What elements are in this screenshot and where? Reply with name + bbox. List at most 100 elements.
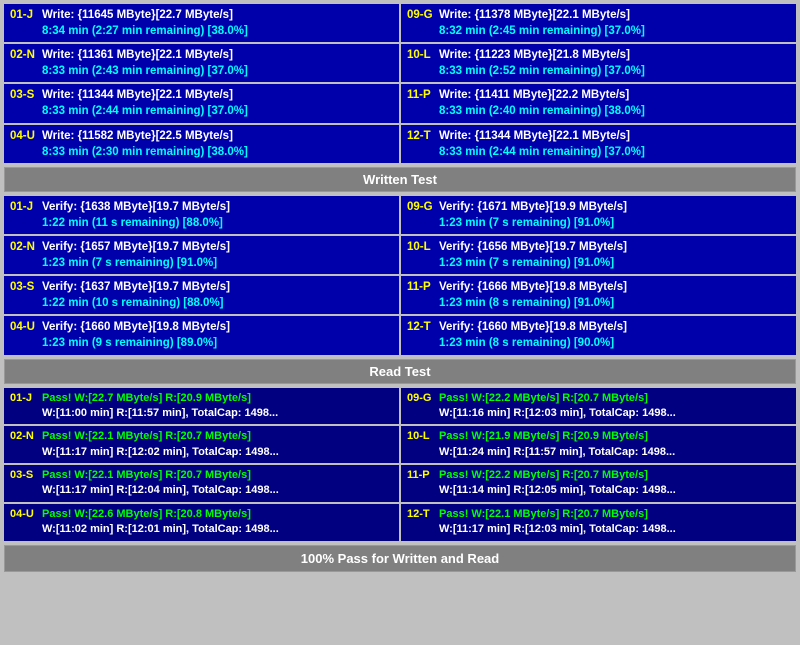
- footer-bar: 100% Pass for Written and Read: [4, 545, 796, 572]
- cell-line2: 1:23 min (8 s remaining) [91.0%]: [439, 295, 790, 311]
- cell-line2: W:[11:00 min] R:[11:57 min], TotalCap: 1…: [42, 406, 393, 421]
- cell-id: 10-L: [407, 47, 435, 79]
- cell-id: 12-T: [407, 128, 435, 160]
- cell-line1: Write: {11344 MByte}[22.1 MByte/s]: [42, 87, 393, 103]
- cell-content: Write: {11344 MByte}[22.1 MByte/s]8:33 m…: [42, 87, 393, 119]
- verify-grid: 01-JVerify: {1638 MByte}[19.7 MByte/s]1:…: [4, 196, 796, 355]
- cell-content: Write: {11645 MByte}[22.7 MByte/s]8:34 m…: [42, 7, 393, 39]
- grid-cell: 04-UVerify: {1660 MByte}[19.8 MByte/s]1:…: [4, 316, 399, 354]
- cell-id: 09-G: [407, 199, 435, 231]
- grid-cell: 11-PVerify: {1666 MByte}[19.8 MByte/s]1:…: [401, 276, 796, 314]
- cell-line1: Verify: {1656 MByte}[19.7 MByte/s]: [439, 239, 790, 255]
- cell-id: 11-P: [407, 468, 435, 499]
- cell-line1: Pass! W:[22.6 MByte/s] R:[20.8 MByte/s]: [42, 507, 393, 522]
- read-section: 01-JPass! W:[22.7 MByte/s] R:[20.9 MByte…: [4, 388, 796, 541]
- cell-content: Pass! W:[22.6 MByte/s] R:[20.8 MByte/s]W…: [42, 507, 393, 538]
- cell-line2: W:[11:14 min] R:[12:05 min], TotalCap: 1…: [439, 483, 790, 498]
- cell-id: 10-L: [407, 429, 435, 460]
- cell-id: 12-T: [407, 507, 435, 538]
- cell-content: Write: {11223 MByte}[21.8 MByte/s]8:33 m…: [439, 47, 790, 79]
- grid-cell: 03-SVerify: {1637 MByte}[19.7 MByte/s]1:…: [4, 276, 399, 314]
- cell-content: Verify: {1666 MByte}[19.8 MByte/s]1:23 m…: [439, 279, 790, 311]
- cell-id: 01-J: [10, 391, 38, 422]
- grid-cell: 02-NVerify: {1657 MByte}[19.7 MByte/s]1:…: [4, 236, 399, 274]
- grid-cell: 11-PWrite: {11411 MByte}[22.2 MByte/s]8:…: [401, 84, 796, 122]
- grid-cell: 01-JPass! W:[22.7 MByte/s] R:[20.9 MByte…: [4, 388, 399, 425]
- cell-content: Verify: {1656 MByte}[19.7 MByte/s]1:23 m…: [439, 239, 790, 271]
- grid-cell: 01-JVerify: {1638 MByte}[19.7 MByte/s]1:…: [4, 196, 399, 234]
- cell-content: Verify: {1638 MByte}[19.7 MByte/s]1:22 m…: [42, 199, 393, 231]
- grid-cell: 02-NPass! W:[22.1 MByte/s] R:[20.7 MByte…: [4, 426, 399, 463]
- write-grid: 01-JWrite: {11645 MByte}[22.7 MByte/s]8:…: [4, 4, 796, 163]
- cell-id: 03-S: [10, 279, 38, 311]
- cell-line1: Verify: {1637 MByte}[19.7 MByte/s]: [42, 279, 393, 295]
- cell-line1: Pass! W:[22.2 MByte/s] R:[20.7 MByte/s]: [439, 468, 790, 483]
- cell-line1: Verify: {1638 MByte}[19.7 MByte/s]: [42, 199, 393, 215]
- grid-cell: 03-SPass! W:[22.1 MByte/s] R:[20.7 MByte…: [4, 465, 399, 502]
- read-test-label: Read Test: [4, 359, 796, 384]
- cell-line2: W:[11:02 min] R:[12:01 min], TotalCap: 1…: [42, 522, 393, 537]
- cell-line1: Write: {11344 MByte}[22.1 MByte/s]: [439, 128, 790, 144]
- grid-cell: 10-LWrite: {11223 MByte}[21.8 MByte/s]8:…: [401, 44, 796, 82]
- cell-line2: 8:33 min (2:52 min remaining) [37.0%]: [439, 63, 790, 79]
- grid-cell: 12-TVerify: {1660 MByte}[19.8 MByte/s]1:…: [401, 316, 796, 354]
- cell-line2: 1:23 min (7 s remaining) [91.0%]: [439, 255, 790, 271]
- cell-line1: Pass! W:[21.9 MByte/s] R:[20.9 MByte/s]: [439, 429, 790, 444]
- grid-cell: 09-GVerify: {1671 MByte}[19.9 MByte/s]1:…: [401, 196, 796, 234]
- cell-line1: Pass! W:[22.1 MByte/s] R:[20.7 MByte/s]: [42, 468, 393, 483]
- cell-id: 09-G: [407, 7, 435, 39]
- cell-content: Verify: {1671 MByte}[19.9 MByte/s]1:23 m…: [439, 199, 790, 231]
- cell-line2: W:[11:17 min] R:[12:02 min], TotalCap: 1…: [42, 445, 393, 460]
- grid-cell: 12-TWrite: {11344 MByte}[22.1 MByte/s]8:…: [401, 125, 796, 163]
- grid-cell: 09-GPass! W:[22.2 MByte/s] R:[20.7 MByte…: [401, 388, 796, 425]
- cell-id: 01-J: [10, 7, 38, 39]
- main-container: 01-JWrite: {11645 MByte}[22.7 MByte/s]8:…: [0, 0, 800, 576]
- cell-id: 03-S: [10, 468, 38, 499]
- grid-cell: 03-SWrite: {11344 MByte}[22.1 MByte/s]8:…: [4, 84, 399, 122]
- cell-id: 02-N: [10, 239, 38, 271]
- cell-line1: Write: {11378 MByte}[22.1 MByte/s]: [439, 7, 790, 23]
- cell-content: Verify: {1637 MByte}[19.7 MByte/s]1:22 m…: [42, 279, 393, 311]
- cell-line2: 8:34 min (2:27 min remaining) [38.0%]: [42, 23, 393, 39]
- cell-content: Write: {11344 MByte}[22.1 MByte/s]8:33 m…: [439, 128, 790, 160]
- cell-line1: Write: {11582 MByte}[22.5 MByte/s]: [42, 128, 393, 144]
- cell-line2: 8:33 min (2:30 min remaining) [38.0%]: [42, 144, 393, 160]
- cell-id: 04-U: [10, 319, 38, 351]
- cell-line2: 8:33 min (2:40 min remaining) [38.0%]: [439, 103, 790, 119]
- cell-content: Pass! W:[22.1 MByte/s] R:[20.7 MByte/s]W…: [439, 507, 790, 538]
- cell-content: Pass! W:[21.9 MByte/s] R:[20.9 MByte/s]W…: [439, 429, 790, 460]
- cell-id: 04-U: [10, 128, 38, 160]
- cell-id: 02-N: [10, 47, 38, 79]
- cell-line1: Verify: {1660 MByte}[19.8 MByte/s]: [439, 319, 790, 335]
- cell-id: 11-P: [407, 87, 435, 119]
- cell-line1: Pass! W:[22.2 MByte/s] R:[20.7 MByte/s]: [439, 391, 790, 406]
- cell-id: 04-U: [10, 507, 38, 538]
- cell-content: Write: {11582 MByte}[22.5 MByte/s]8:33 m…: [42, 128, 393, 160]
- grid-cell: 04-UWrite: {11582 MByte}[22.5 MByte/s]8:…: [4, 125, 399, 163]
- grid-cell: 02-NWrite: {11361 MByte}[22.1 MByte/s]8:…: [4, 44, 399, 82]
- cell-line2: 1:23 min (9 s remaining) [89.0%]: [42, 335, 393, 351]
- cell-line2: W:[11:16 min] R:[12:03 min], TotalCap: 1…: [439, 406, 790, 421]
- cell-line1: Pass! W:[22.1 MByte/s] R:[20.7 MByte/s]: [439, 507, 790, 522]
- grid-cell: 11-P Pass! W:[22.2 MByte/s] R:[20.7 MByte…: [401, 465, 796, 502]
- cell-line2: 1:22 min (11 s remaining) [88.0%]: [42, 215, 393, 231]
- cell-content: Pass! W:[22.1 MByte/s] R:[20.7 MByte/s]W…: [42, 429, 393, 460]
- grid-cell: 12-TPass! W:[22.1 MByte/s] R:[20.7 MByte…: [401, 504, 796, 541]
- cell-line2: 1:23 min (8 s remaining) [90.0%]: [439, 335, 790, 351]
- cell-line2: 1:23 min (7 s remaining) [91.0%]: [439, 215, 790, 231]
- write-section: 01-JWrite: {11645 MByte}[22.7 MByte/s]8:…: [4, 4, 796, 163]
- cell-content: Pass! W:[22.1 MByte/s] R:[20.7 MByte/s]W…: [42, 468, 393, 499]
- cell-id: 01-J: [10, 199, 38, 231]
- cell-id: 09-G: [407, 391, 435, 422]
- cell-content: Pass! W:[22.2 MByte/s] R:[20.7 MByte/s]W…: [439, 391, 790, 422]
- cell-id: 12-T: [407, 319, 435, 351]
- grid-cell: 01-JWrite: {11645 MByte}[22.7 MByte/s]8:…: [4, 4, 399, 42]
- verify-section: 01-JVerify: {1638 MByte}[19.7 MByte/s]1:…: [4, 196, 796, 355]
- written-test-label: Written Test: [4, 167, 796, 192]
- cell-line1: Pass! W:[22.1 MByte/s] R:[20.7 MByte/s]: [42, 429, 393, 444]
- cell-line1: Verify: {1666 MByte}[19.8 MByte/s]: [439, 279, 790, 295]
- cell-line2: W:[11:17 min] R:[12:04 min], TotalCap: 1…: [42, 483, 393, 498]
- cell-line1: Verify: {1660 MByte}[19.8 MByte/s]: [42, 319, 393, 335]
- cell-id: 10-L: [407, 239, 435, 271]
- cell-id: 02-N: [10, 429, 38, 460]
